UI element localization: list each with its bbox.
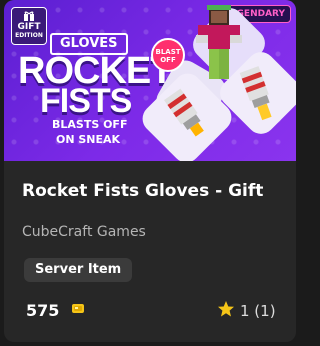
item-type-chip: Server Item (24, 258, 133, 282)
item-thumbnail: GIFT EDITION LEGENDARY GLOVES ROCKET FIS… (4, 0, 296, 161)
gift-edition-badge: GIFT EDITION (11, 7, 47, 45)
sticker-line2: OFF (160, 56, 176, 64)
marketplace-item-card[interactable]: GIFT EDITION LEGENDARY GLOVES ROCKET FIS… (4, 0, 296, 342)
sticker-line1: BLAST (155, 48, 181, 56)
star-icon (218, 301, 234, 317)
minecoin-icon (72, 304, 84, 313)
rocket-fist-icon (164, 88, 204, 137)
gift-icon (24, 11, 34, 21)
rocket-fist-icon (239, 66, 272, 121)
price-value: 575 (26, 301, 60, 320)
publisher-name[interactable]: CubeCraft Games (22, 224, 146, 240)
gift-badge-line2: EDITION (15, 32, 43, 39)
hero-subtitle-line2: ON SNEAK (56, 133, 121, 146)
rating-text: 1 (1) (240, 302, 276, 320)
hero-title-line2: FISTS (40, 82, 132, 120)
hero-subtitle-line1: BLASTS OFF (52, 118, 128, 131)
character-figure-icon (196, 5, 242, 79)
gift-badge-line1: GIFT (17, 22, 41, 32)
item-name[interactable]: Rocket Fists Gloves - Gift (22, 181, 263, 201)
blast-off-sticker: BLAST OFF (151, 38, 185, 72)
